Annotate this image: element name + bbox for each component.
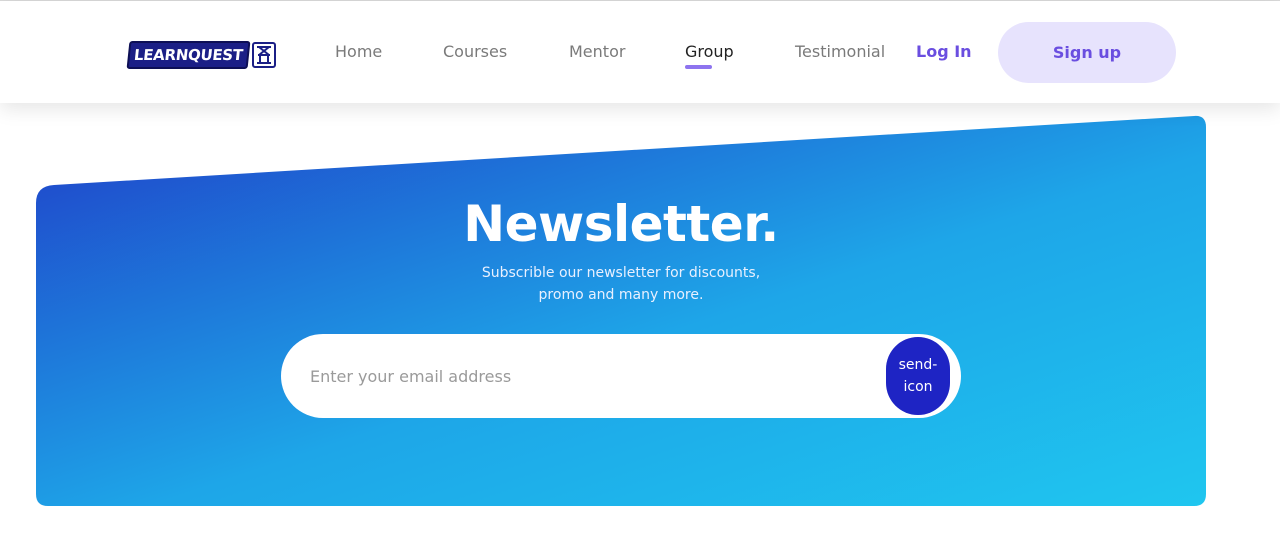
send-icon: send-icon <box>898 357 938 395</box>
site-header: LEARNQUEST Home Courses Mentor Group Tes… <box>0 1 1280 103</box>
active-nav-indicator <box>685 65 712 69</box>
nav-courses[interactable]: Courses <box>443 42 507 61</box>
send-button[interactable]: send-icon <box>886 337 950 415</box>
nav-home[interactable]: Home <box>335 42 382 61</box>
newsletter-subtitle: Subscrible our newsletter for discounts,… <box>470 262 772 306</box>
nav-group[interactable]: Group <box>685 42 734 61</box>
brand-logo[interactable]: LEARNQUEST <box>126 41 276 69</box>
signup-button[interactable]: Sign up <box>998 22 1176 83</box>
newsletter-title: Newsletter. <box>463 195 779 253</box>
email-input[interactable] <box>310 360 870 392</box>
nav-mentor[interactable]: Mentor <box>569 42 625 61</box>
logo-wordmark: LEARNQUEST <box>126 41 251 69</box>
email-form: send-icon <box>281 334 961 418</box>
newsletter-banner <box>36 115 1206 506</box>
subtitle-line-2: promo and many more. <box>538 287 704 303</box>
quest-logo-icon <box>251 42 276 68</box>
subtitle-line-1: Subscrible our newsletter for discounts, <box>481 265 761 281</box>
login-link[interactable]: Log In <box>916 42 972 61</box>
nav-testimonial[interactable]: Testimonial <box>795 42 885 61</box>
